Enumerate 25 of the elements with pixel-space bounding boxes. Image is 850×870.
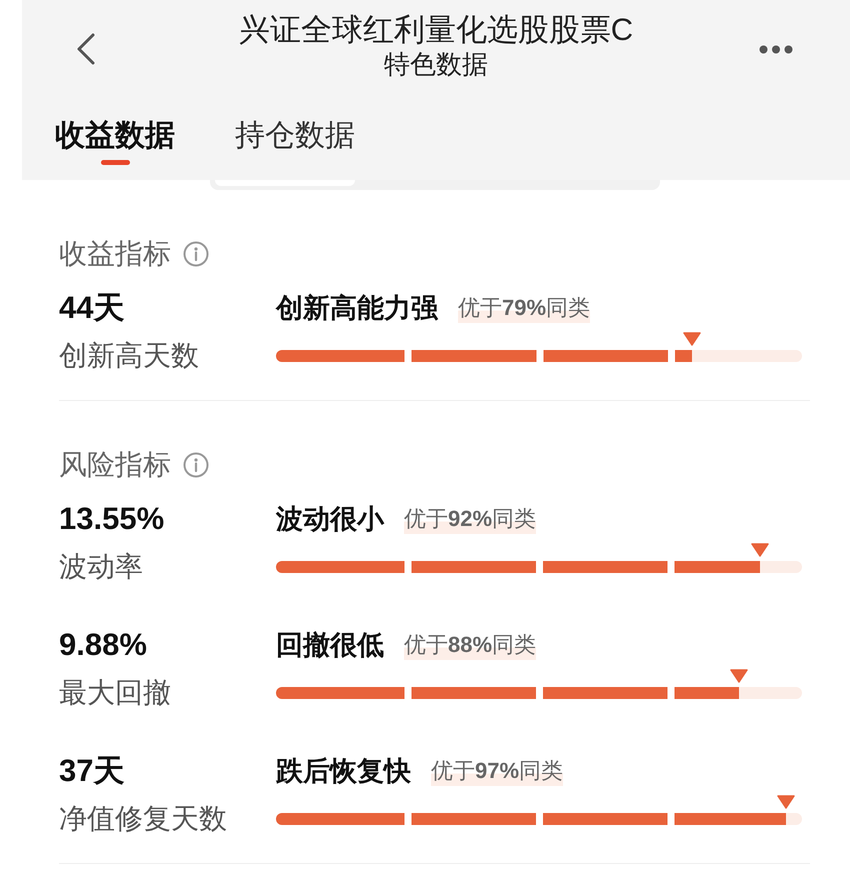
section-title: 收益指标 [59,237,171,271]
back-icon [76,33,96,65]
page-title: 兴证全球红利量化选股股票C [238,11,634,49]
info-icon[interactable] [183,241,209,267]
metric-value: 37天 [59,752,126,790]
rating-title: 跌后恢复快 [276,755,411,788]
metric-value: 9.88% [59,626,148,664]
metric-label: 创新高天数 [59,339,200,373]
rating-title: 回撤很低 [276,629,384,662]
rating-title: 创新高能力强 [276,292,438,325]
page-subtitle: 特色数据 [382,49,489,79]
metric-label: 净值修复天数 [59,802,228,836]
tab[interactable]: 收益数据 [55,116,175,165]
metric-value: 13.55% [59,500,166,538]
info-icon[interactable] [183,452,209,478]
back-button[interactable] [76,33,96,65]
rating-title: 波动很小 [276,503,384,536]
section-title: 风险指标 [59,448,171,482]
metric-value: 44天 [59,289,126,327]
more-icon [759,44,793,54]
tab-indicator [100,160,130,165]
tab[interactable]: 持仓数据 [235,116,355,165]
metric-label: 最大回撤 [59,676,172,710]
more-button[interactable] [759,44,793,54]
metric-label: 波动率 [59,550,144,584]
